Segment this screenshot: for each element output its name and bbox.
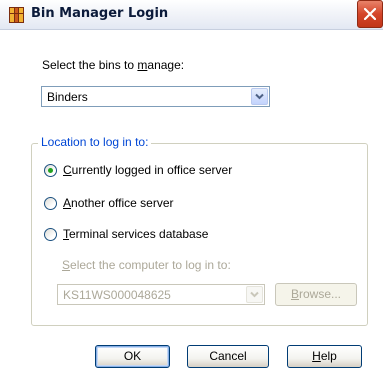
bins-dropdown-button[interactable] [251,88,268,105]
bins-label: Select the bins to manage: [42,58,185,72]
browse-button[interactable]: Browse... [275,283,357,306]
radio-current-server[interactable] [44,164,57,177]
radio-terminal-db-label[interactable]: Terminal services database [63,227,208,241]
radio-another-server[interactable] [44,197,57,210]
computer-dropdown-value: KS11WS000048625 [63,288,171,302]
radio-current-server-label[interactable]: Currently logged in office server [63,163,232,177]
computer-label: Select the computer to log in to: [62,258,231,272]
chevron-down-icon [255,93,264,100]
bins-dropdown[interactable]: Binders [41,86,270,107]
computer-dropdown-button[interactable] [246,286,263,303]
location-legend: Location to log in to: [38,135,152,149]
computer-dropdown[interactable]: KS11WS000048625 [57,284,265,305]
radio-another-server-label[interactable]: Another office server [63,196,174,210]
help-button[interactable]: Help [287,345,362,368]
bins-dropdown-value: Binders [47,90,88,104]
close-button[interactable] [357,0,383,28]
title-bar[interactable]: Bin Manager Login [0,0,383,30]
ok-button[interactable]: OK [95,345,170,368]
cancel-button[interactable]: Cancel [187,345,269,368]
radio-selected-dot [48,168,53,173]
window-title: Bin Manager Login [31,6,169,21]
bin-manager-app-icon [9,7,24,23]
close-icon [364,8,376,20]
radio-terminal-db[interactable] [44,228,57,241]
chevron-down-icon [250,291,259,298]
login-dialog: Bin Manager Login Select the bins to man… [0,0,383,385]
